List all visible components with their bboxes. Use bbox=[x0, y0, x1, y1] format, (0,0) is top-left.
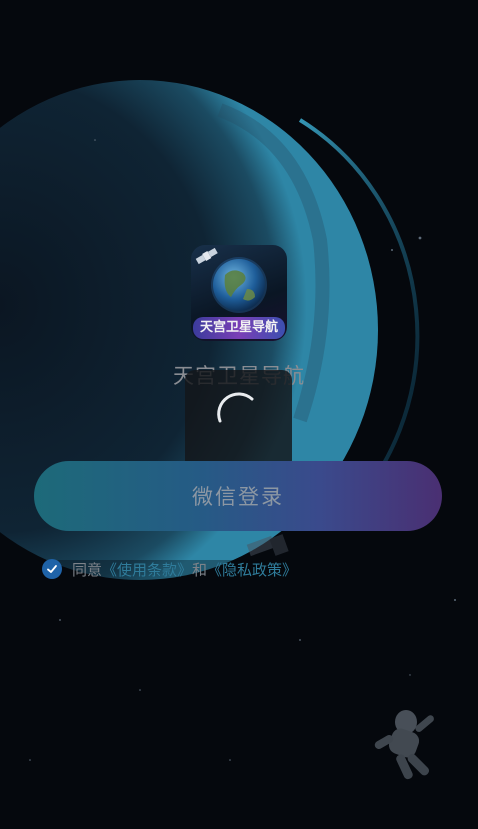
terms-link[interactable]: 《使用条款》 bbox=[102, 561, 192, 579]
agreement-row: 同意《使用条款》和《隐私政策》 bbox=[42, 558, 297, 580]
agreement-text: 同意《使用条款》和《隐私政策》 bbox=[72, 559, 297, 580]
logo-badge-text: 天宫卫星导航 bbox=[193, 317, 285, 339]
agreement-prefix: 同意 bbox=[72, 560, 103, 579]
agree-checkbox[interactable] bbox=[42, 559, 62, 579]
loading-spinner-icon bbox=[217, 392, 254, 423]
agreement-conjunction: 和 bbox=[192, 560, 208, 579]
loading-overlay bbox=[185, 370, 292, 470]
privacy-link[interactable]: 《隐私政策》 bbox=[207, 561, 297, 579]
checkmark-icon bbox=[47, 565, 57, 573]
wechat-login-button[interactable]: 微信登录 bbox=[34, 461, 442, 531]
app-logo: 天宫卫星导航 bbox=[191, 245, 287, 341]
satellite-icon bbox=[195, 247, 218, 265]
